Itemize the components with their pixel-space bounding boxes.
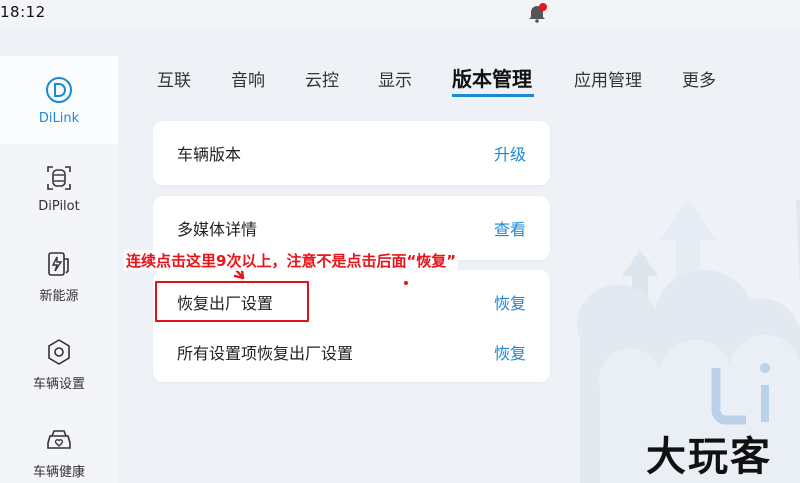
tab-audio[interactable]: 音响	[231, 66, 265, 91]
sidebar-item-vehicle-health[interactable]: 车辆健康	[0, 408, 118, 483]
sidebar-item-vehicle-settings[interactable]: 车辆设置	[0, 320, 118, 408]
status-bar: 18:12	[0, 0, 800, 28]
vehicle-version-row: 车辆版本 升级	[153, 133, 550, 173]
upgrade-button[interactable]: 升级	[494, 141, 526, 165]
card-vehicle-version: 车辆版本 升级	[153, 121, 550, 185]
clock: 18:12	[0, 3, 46, 21]
tab-interconnect[interactable]: 互联	[157, 66, 191, 91]
sidebar-item-dipilot[interactable]: DiPilot	[0, 144, 118, 232]
sidebar: DiLink DiPilot 新能源 车辆设置 车辆健康	[0, 56, 118, 483]
vehicle-version-label: 车辆版本	[177, 145, 242, 164]
reset-all-settings-button[interactable]: 恢复	[494, 340, 526, 364]
dipilot-icon	[47, 165, 71, 190]
tab-display[interactable]: 显示	[378, 66, 412, 91]
bell-notification-icon[interactable]	[526, 2, 548, 24]
sidebar-item-label: 车辆设置	[32, 376, 85, 392]
energy-icon	[48, 251, 69, 276]
sidebar-item-energy[interactable]: 新能源	[0, 232, 118, 320]
red-marker-dot	[404, 281, 408, 285]
car-health-icon	[47, 429, 71, 449]
sidebar-item-label: 新能源	[39, 288, 79, 304]
tab-cloud-control[interactable]: 云控	[305, 66, 339, 91]
active-tab-indicator	[452, 94, 534, 97]
media-details-label: 多媒体详情	[177, 220, 258, 239]
tab-version-management[interactable]: 版本管理	[452, 63, 532, 92]
annotation-highlight-box	[155, 281, 309, 322]
media-details-row: 多媒体详情 查看	[153, 208, 550, 248]
sidebar-item-label: DiPilot	[38, 198, 80, 214]
tab-more[interactable]: 更多	[682, 66, 716, 91]
sidebar-item-dilink[interactable]: DiLink	[0, 56, 118, 144]
reset-all-settings-row: 所有设置项恢复出厂设置 恢复	[153, 332, 550, 372]
sidebar-item-label: DiLink	[38, 110, 80, 126]
view-button[interactable]: 查看	[494, 216, 526, 240]
watermark-text: 大玩客	[646, 434, 772, 480]
sidebar-item-label: 车辆健康	[32, 464, 85, 480]
hexagon-settings-icon	[48, 338, 70, 365]
factory-reset-button[interactable]: 恢复	[494, 290, 526, 314]
annotation-instruction: 连续点击这里9次以上，注意不是点击后面“恢复”	[124, 250, 459, 271]
tab-app-management[interactable]: 应用管理	[574, 66, 642, 91]
reset-all-settings-label: 所有设置项恢复出厂设置	[177, 344, 354, 363]
dilink-icon	[46, 76, 72, 103]
